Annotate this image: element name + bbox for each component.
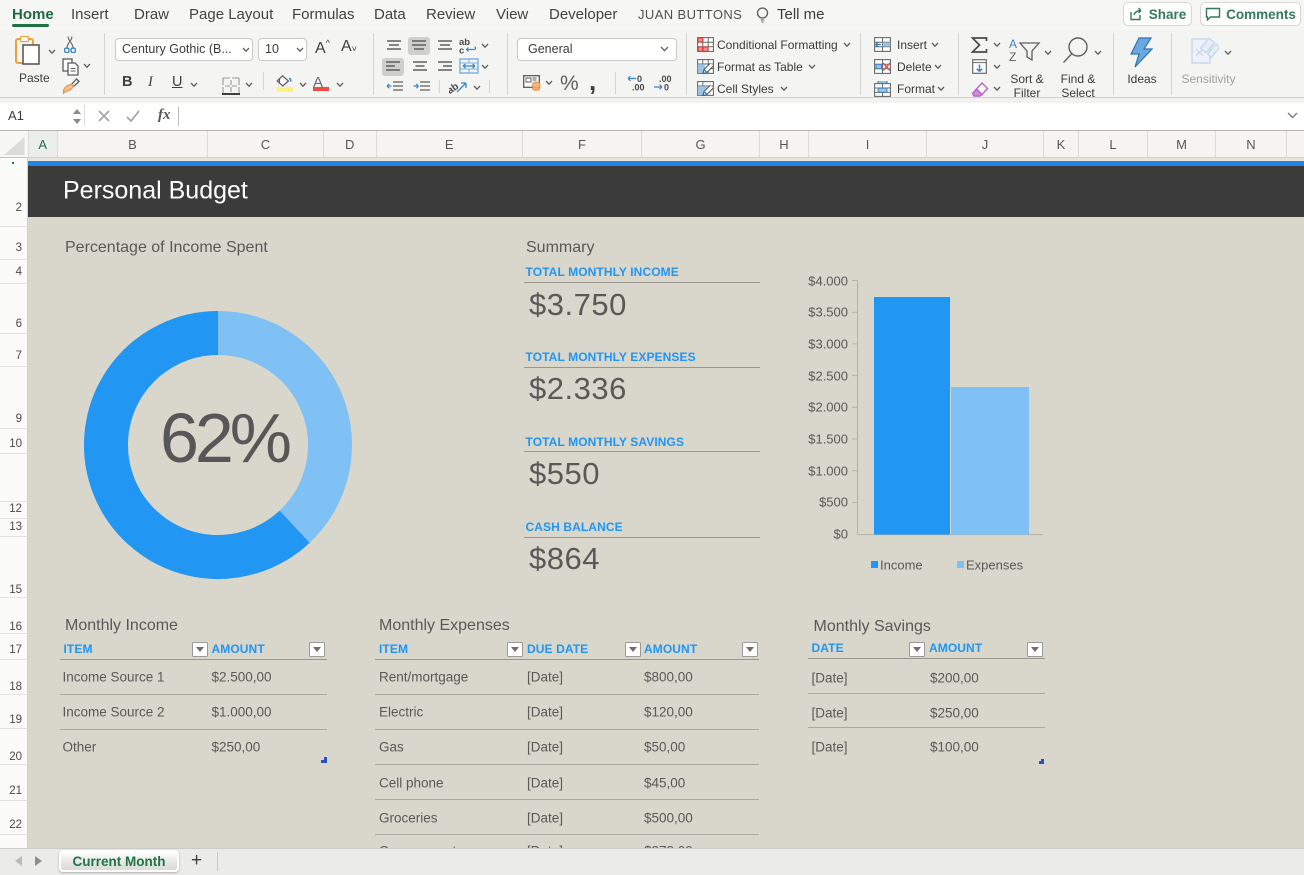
- svg-text:A: A: [1009, 37, 1017, 51]
- svg-text:c: c: [459, 46, 464, 55]
- svg-text:Z: Z: [1009, 50, 1016, 64]
- svg-text:ab: ab: [449, 81, 461, 95]
- svg-text:.00: .00: [632, 83, 645, 92]
- svg-text:0: 0: [664, 83, 669, 92]
